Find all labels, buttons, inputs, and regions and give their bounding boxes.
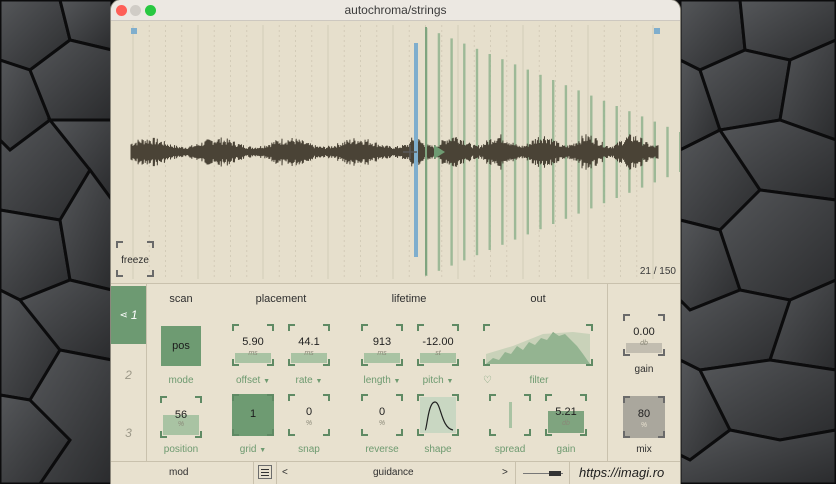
share-icon: ⋖: [119, 309, 128, 321]
position-dial[interactable]: 56 %: [160, 396, 202, 438]
section-placement-title: placement: [255, 293, 307, 305]
tab-voice-2[interactable]: 2: [111, 346, 146, 404]
caret-down-icon: ▼: [259, 447, 267, 454]
reverse-dial[interactable]: 0 %: [361, 394, 403, 436]
mode-button[interactable]: pos: [161, 326, 201, 366]
rate-dial[interactable]: 44.1 ms: [288, 324, 330, 366]
scan-head: [425, 27, 427, 275]
website-link[interactable]: https://imagi.ro: [579, 465, 664, 480]
mix-label: mix: [636, 444, 652, 455]
master-section: 0.00 db gain 80 % mix: [607, 284, 680, 462]
freeze-button[interactable]: freeze: [116, 241, 154, 277]
spread-label: spread: [494, 444, 526, 455]
snap-label: snap: [298, 444, 320, 455]
master-gain-label: gain: [634, 364, 654, 375]
bottom-bar: mod < guidance > https://imagi.ro: [111, 461, 680, 484]
grain-bar: [666, 126, 669, 178]
section-lifetime-title: lifetime: [391, 293, 427, 305]
guidance-label: guidance: [373, 467, 414, 478]
title-bar: autochroma/strings: [111, 0, 680, 21]
section-scan-title: scan: [169, 293, 193, 305]
rate-dropdown[interactable]: rate ▼: [279, 375, 339, 386]
caret-down-icon: ▼: [263, 378, 270, 385]
freeze-label: freeze: [121, 255, 149, 266]
spread-indicator: [509, 402, 512, 428]
grid-dial[interactable]: 1: [232, 394, 274, 436]
spread-dial[interactable]: [489, 394, 531, 436]
zoom-slider-handle[interactable]: [549, 471, 561, 476]
length-dropdown[interactable]: length ▼: [352, 375, 412, 386]
mode-label: mode: [168, 375, 194, 386]
length-dial[interactable]: 913 ms: [361, 324, 403, 366]
offset-dropdown[interactable]: offset ▼: [223, 375, 283, 386]
control-panel: ⋖ 1 2 3 scan placement lifetime out pos …: [111, 283, 680, 462]
loop-start-marker[interactable]: [131, 28, 137, 34]
out-gain-dial[interactable]: 5.21 db: [545, 394, 587, 436]
pitch-dropdown[interactable]: pitch ▼: [408, 375, 468, 386]
tab-voice-3[interactable]: 3: [111, 404, 146, 462]
mix-dial[interactable]: 80 %: [623, 396, 665, 438]
grain-counter: 21 / 150: [639, 266, 676, 277]
master-gain-dial[interactable]: 0.00 db: [623, 314, 665, 356]
pitch-dial[interactable]: -12.00 st: [417, 324, 459, 366]
caret-down-icon: ▼: [393, 378, 401, 385]
shape-label: shape: [424, 444, 452, 455]
caret-down-icon: ▼: [315, 378, 323, 385]
shape-selector[interactable]: [417, 394, 459, 436]
app-window: autochroma/strings freeze 21 / 150 ⋖ 1 2…: [111, 0, 680, 484]
loop-end-marker[interactable]: [654, 28, 660, 34]
guidance-next-button[interactable]: >: [502, 467, 508, 478]
offset-dial[interactable]: 5.90 ms: [232, 324, 274, 366]
reverse-label: reverse: [365, 444, 399, 455]
waveform-canvas[interactable]: [111, 21, 680, 283]
filter-label: filter: [529, 375, 549, 386]
mod-button[interactable]: mod: [169, 467, 188, 478]
guidance-prev-button[interactable]: <: [282, 467, 288, 478]
out-gain-label: gain: [556, 444, 576, 455]
window-title: autochroma/strings: [344, 3, 447, 17]
grain-bar: [679, 132, 680, 172]
caret-down-icon: ▼: [446, 378, 454, 385]
envelope-shape-icon: [420, 397, 456, 433]
grid-dropdown[interactable]: grid ▼: [223, 444, 283, 455]
snap-dial[interactable]: 0 %: [288, 394, 330, 436]
playhead: [414, 43, 418, 257]
waveform-display[interactable]: freeze 21 / 150: [111, 21, 680, 283]
menu-icon[interactable]: [258, 465, 272, 479]
voice-tabs: ⋖ 1 2 3: [111, 284, 147, 462]
section-out-title: out: [530, 293, 546, 305]
position-label: position: [163, 444, 199, 455]
heart-icon[interactable]: ♡: [483, 375, 492, 386]
filter-spectrum: [486, 332, 590, 364]
filter-display[interactable]: [483, 324, 593, 366]
